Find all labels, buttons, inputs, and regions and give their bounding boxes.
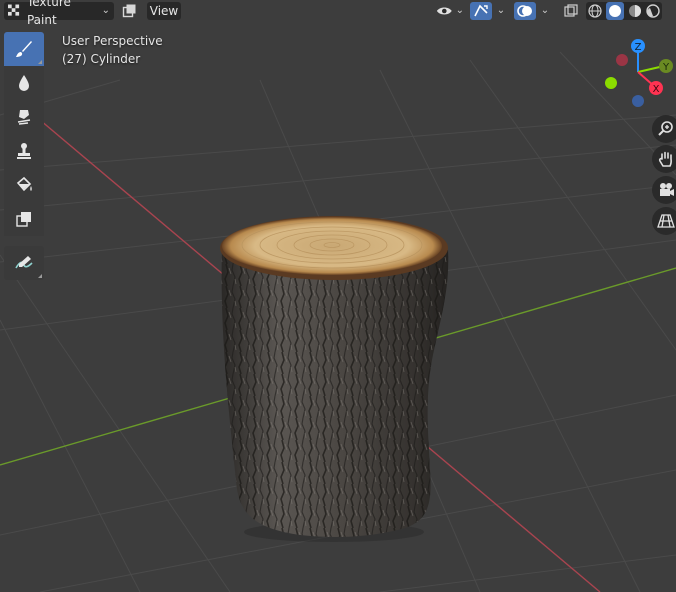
wireframe-shading-icon[interactable]: [588, 4, 602, 18]
viewport-info: User Perspective (27) Cylinder: [62, 32, 163, 68]
grid-perspective-icon: [657, 214, 675, 228]
camera-view-button[interactable]: [652, 176, 676, 204]
xray-icon: [564, 4, 578, 17]
zoom-button[interactable]: [652, 115, 676, 143]
gizmo-z-label: Z: [635, 42, 642, 53]
active-object-name: (27) Cylinder: [62, 52, 141, 66]
chevron-down-icon: ⌄: [101, 5, 110, 16]
tool-smear[interactable]: [4, 100, 44, 134]
rendered-shading-icon[interactable]: [646, 4, 660, 18]
chevron-down-icon: ⌄: [455, 5, 464, 16]
navigation-gizmo[interactable]: Z Y X: [605, 39, 673, 107]
mode-dropdown[interactable]: Texture Paint ⌄: [4, 0, 114, 27]
solid-shading-icon[interactable]: [606, 2, 624, 20]
gizmo-neg-x[interactable]: [616, 54, 628, 66]
view-name: User Perspective: [62, 34, 163, 48]
viewport-header: Texture Paint ⌄ View ⌄ ⌄ ⌄: [0, 0, 676, 27]
tool-draw[interactable]: [4, 32, 44, 66]
zoom-icon: [658, 121, 673, 136]
overlays-icon: [517, 5, 532, 17]
mode-label: Texture Paint: [26, 0, 71, 27]
tool-soften[interactable]: [4, 66, 44, 100]
gizmo-x-label: X: [653, 84, 660, 95]
view-menu-label: View: [149, 4, 179, 18]
chevron-down-icon: ⌄: [540, 5, 550, 16]
material-shading-icon[interactable]: [628, 4, 642, 18]
3d-viewport[interactable]: Z Y X Texture Paint ⌄ View ⌄ ⌄ ⌄ User Pe…: [0, 0, 676, 592]
texture-paint-icon: [8, 4, 20, 16]
drop-icon: [19, 75, 29, 91]
paint-bucket-icon: [16, 176, 32, 192]
gizmo-neg-z[interactable]: [632, 95, 644, 107]
shading-mode-group: [586, 2, 662, 20]
eye-icon: [436, 7, 452, 15]
pan-button[interactable]: [652, 145, 676, 173]
overlays-toggle-button[interactable]: [514, 2, 536, 20]
toggle-xray-button[interactable]: [120, 2, 138, 20]
chevron-down-icon: ⌄: [496, 5, 506, 16]
gizmo-toggle-button[interactable]: [470, 2, 492, 20]
smear-icon: [17, 110, 31, 125]
tool-annotate[interactable]: [4, 246, 44, 280]
overlays-dropdown[interactable]: ⌄: [538, 2, 552, 20]
perspective-toggle-button[interactable]: [652, 207, 676, 235]
annotate-pen-icon: [15, 256, 33, 269]
tool-mask[interactable]: [4, 202, 44, 236]
visibility-dropdown[interactable]: ⌄: [434, 2, 464, 20]
square-icon: [122, 4, 136, 18]
camera-icon: [660, 183, 674, 196]
xray-button[interactable]: [562, 2, 580, 20]
gizmo-arrows-icon: [474, 4, 488, 17]
gizmo-y-label: Y: [662, 62, 670, 73]
tool-fill[interactable]: [4, 168, 44, 202]
stamp-icon: [17, 143, 31, 159]
gizmo-dropdown[interactable]: ⌄: [494, 2, 508, 20]
brush-icon: [16, 41, 32, 57]
cylinder-object[interactable]: [220, 216, 449, 542]
hand-icon: [658, 151, 672, 167]
view-menu[interactable]: View: [147, 2, 181, 20]
gizmo-neg-y[interactable]: [605, 77, 617, 89]
viewport-scene[interactable]: Z Y X: [0, 0, 676, 592]
mask-icon: [16, 212, 31, 227]
tool-clone[interactable]: [4, 134, 44, 168]
